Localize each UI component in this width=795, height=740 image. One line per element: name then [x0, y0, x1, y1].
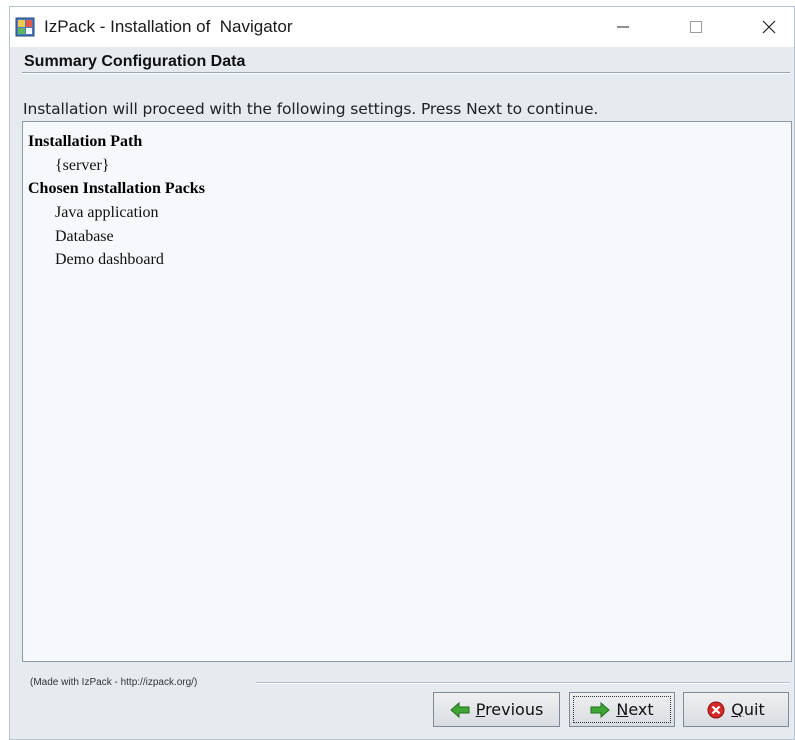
section-heading-installation-packs: Chosen Installation Packs — [28, 180, 205, 197]
previous-label: Previous — [475, 700, 544, 719]
header-divider — [22, 72, 790, 74]
panel-header: Summary Configuration Data — [24, 53, 246, 70]
minimize-icon — [617, 26, 629, 28]
close-button[interactable] — [746, 7, 792, 47]
footer-divider — [256, 682, 790, 684]
window-title: IzPack - Installation of Navigator — [44, 17, 293, 36]
izpack-app-icon — [15, 17, 35, 37]
next-button[interactable]: Next — [569, 692, 675, 727]
list-item: Database — [55, 228, 114, 245]
minimize-button[interactable] — [600, 7, 646, 47]
installer-window: IzPack - Installation of Navigator Summa… — [9, 6, 795, 740]
quit-label: Quit — [731, 700, 765, 719]
quit-button[interactable]: Quit — [683, 692, 789, 727]
maximize-button[interactable] — [673, 7, 719, 47]
title-bar[interactable]: IzPack - Installation of Navigator — [10, 7, 794, 47]
next-label: Next — [616, 700, 654, 719]
stop-icon — [707, 701, 725, 719]
izpack-credit: (Made with IzPack - http://izpack.org/) — [30, 677, 198, 688]
arrow-right-icon — [590, 701, 611, 718]
close-icon — [762, 20, 776, 34]
arrow-left-icon — [449, 701, 470, 718]
previous-button[interactable]: Previous — [433, 692, 560, 727]
list-item: Java application — [55, 204, 159, 221]
maximize-icon — [690, 21, 702, 33]
list-item: Demo dashboard — [55, 251, 164, 268]
section-heading-installation-path: Installation Path — [28, 133, 143, 150]
summary-text-area[interactable]: Installation Path {server} Chosen Instal… — [22, 121, 792, 662]
intro-text: Installation will proceed with the follo… — [23, 100, 599, 118]
list-item: {server} — [55, 157, 110, 174]
